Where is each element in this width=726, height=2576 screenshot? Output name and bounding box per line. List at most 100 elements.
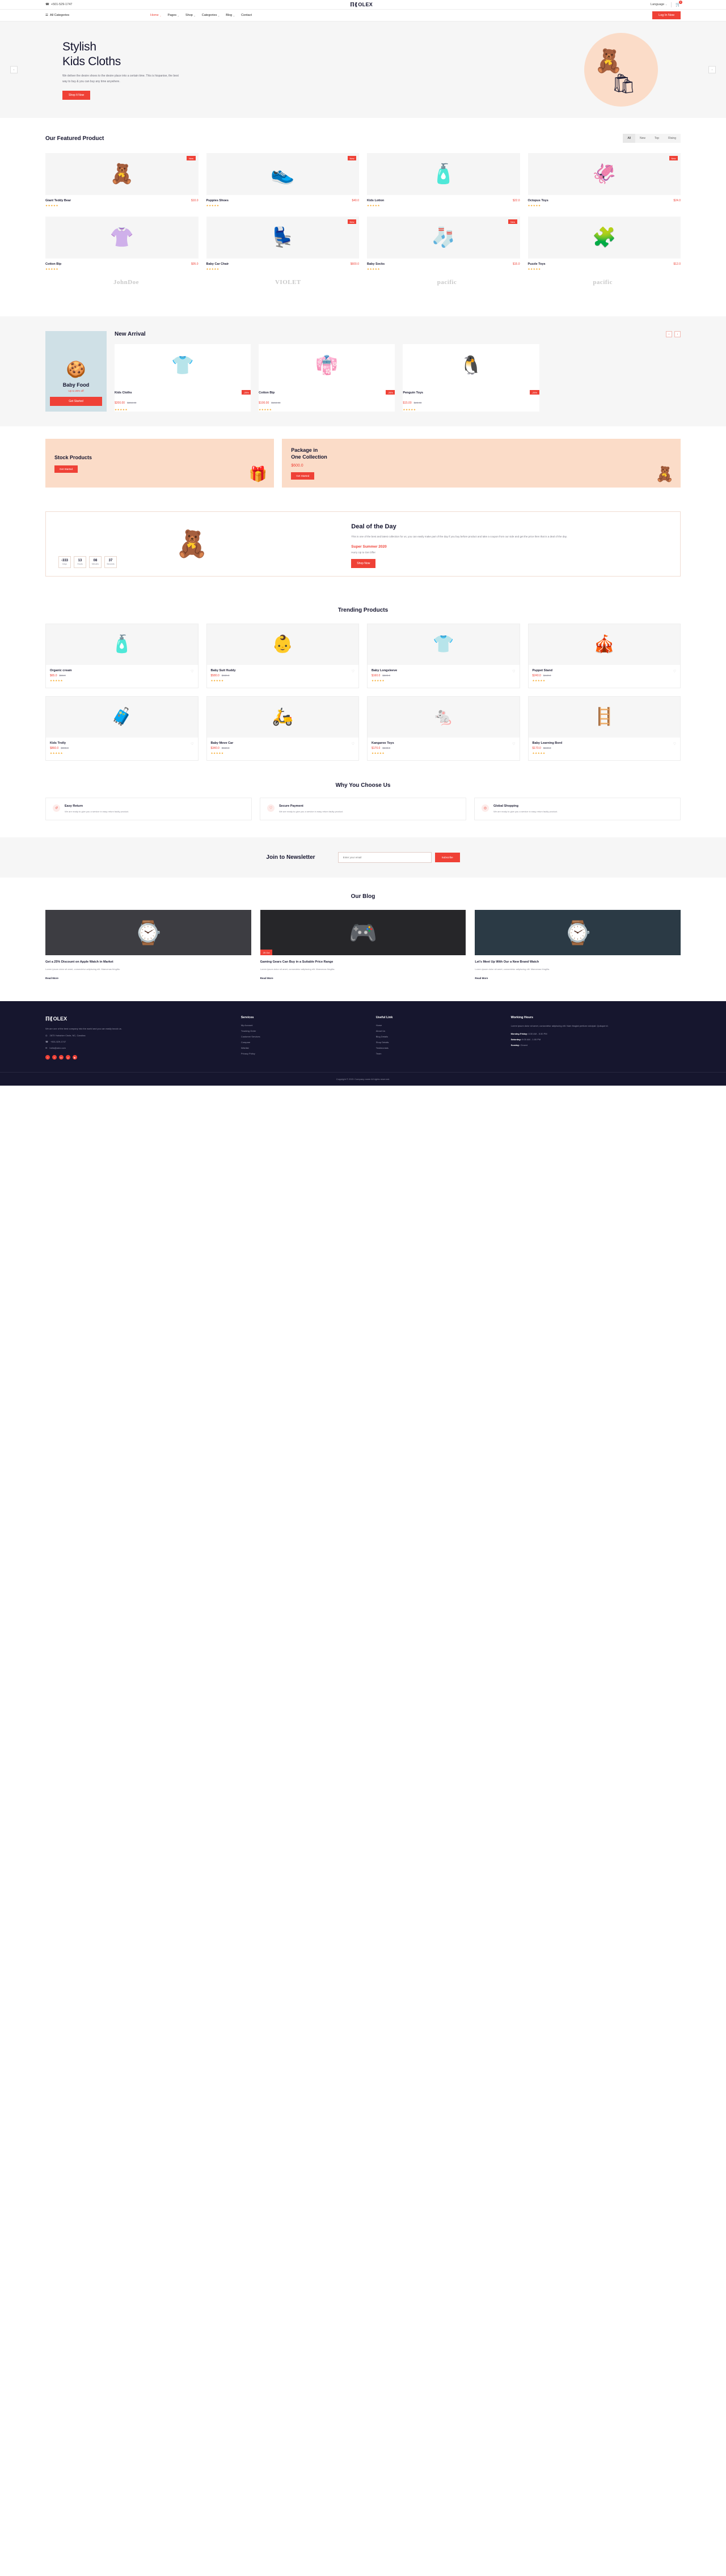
footer-email[interactable]: ✉ hello@olex.com	[45, 1046, 227, 1049]
baby-bundle-icon: 🛍	[611, 73, 636, 95]
arrival-prev-button[interactable]: ‹	[666, 331, 672, 337]
heart-icon[interactable]: ♡	[191, 742, 193, 746]
product-image: 👶	[206, 624, 358, 665]
product-rating: ★★★★★	[367, 268, 381, 270]
heart-icon[interactable]: ♡	[673, 742, 676, 746]
nav-item-home[interactable]: Home ⌄	[150, 14, 162, 17]
blog-post-card[interactable]: 🎮 25 Oct Gaming Gears Can Buy in a Suitab…	[260, 910, 466, 982]
site-logo[interactable]: ℿ⟪ OLEX	[350, 2, 373, 8]
logo-mark: ℿ⟪	[45, 1015, 53, 1022]
pinterest-icon[interactable]: p	[66, 1055, 70, 1060]
footer-phone[interactable]: ☎ +501-529-1747	[45, 1040, 227, 1043]
product-card[interactable]: 🧳 ♡ Kids Trolly $860.0 $900.0 ★★★★★	[45, 696, 199, 761]
refresh-icon: ↺	[53, 804, 60, 812]
heart-icon[interactable]: ♡	[673, 670, 676, 673]
read-more-link[interactable]: Read More	[45, 977, 58, 980]
heart-icon[interactable]: ♡	[352, 670, 354, 673]
product-card[interactable]: 👕 Kids Cloths -25% $200.00 $250.00 ★★★★★	[115, 344, 251, 412]
footer-link[interactable]: About Us	[376, 1029, 497, 1032]
product-card[interactable]: 🎪 ♡ Puppet Stand $240.0 $440.0 ★★★★★	[527, 623, 681, 688]
heart-icon[interactable]: ♡	[352, 742, 354, 746]
product-card[interactable]: 🐧 Penguin Toys -25% $15.00 $20.00 ★★★★★	[403, 344, 539, 412]
footer-link[interactable]: Team	[376, 1052, 497, 1055]
newsletter-subscribe-button[interactable]: Subscribe	[434, 853, 460, 863]
product-card[interactable]: 🧩 Puzzle Toys $12.0 ★★★★★	[527, 217, 681, 271]
footer-link[interactable]: Testimonials	[376, 1046, 497, 1049]
newsletter-email-input[interactable]	[337, 852, 432, 863]
trending-grid-row1: 🧴 ♡ Organic cream $65.0 $68.0 ★★★★★ 👶 ♡ Baby Su…	[45, 623, 681, 688]
nav-item-shop[interactable]: Shop ⌄	[185, 14, 196, 17]
product-card[interactable]: 👕 ♡ Baby Longsleeve $160.0 $220.0 ★★★★★	[367, 623, 520, 688]
read-more-link[interactable]: Read More	[260, 977, 273, 980]
product-price: $24.0	[673, 199, 681, 202]
baby-food-promo[interactable]: 🍪 Baby Food Up to 25% off Get Started	[45, 331, 107, 412]
tab-top[interactable]: Top	[650, 134, 664, 143]
feature-title: Global Shopping	[493, 804, 518, 808]
tab-all[interactable]: All	[623, 134, 636, 143]
product-card[interactable]: 🧴 Kids Lotion $22.0 ★★★★★	[367, 153, 520, 207]
heart-icon[interactable]: ♡	[512, 670, 515, 673]
read-more-link[interactable]: Read More	[475, 977, 488, 980]
hero-shop-button[interactable]: Shop It Now	[62, 90, 91, 100]
hero-prev-button[interactable]: ‹	[10, 66, 18, 74]
footer-link[interactable]: Shop Details	[376, 1041, 497, 1044]
phone-icon: ☎	[45, 3, 49, 6]
product-card[interactable]: 🦑 New Octopus Toys $24.0 ★★★★★	[527, 153, 681, 207]
nav-item-pages[interactable]: Pages ⌄	[168, 14, 179, 17]
nav-item-blog[interactable]: Blog ⌄	[226, 14, 235, 17]
product-card[interactable]: 🧸 New Giant Teddy Bear $10.0 ★★★★★	[45, 153, 199, 207]
footer-logo[interactable]: ℿ⟪ OLEX	[45, 1016, 227, 1022]
banner-cta-button[interactable]: Get Started	[291, 472, 315, 480]
nav-item-categories[interactable]: Categories ⌄	[202, 14, 220, 17]
product-card[interactable]: 👟 New Puppies Shoes $40.0 ★★★★★	[206, 153, 359, 207]
heart-icon[interactable]: ♡	[191, 670, 193, 673]
footer-link[interactable]: Privacy Policy	[241, 1052, 362, 1055]
stock-products-banner[interactable]: Stock Products Get Started 🎁	[45, 439, 275, 488]
discount-badge: -25%	[385, 390, 395, 395]
heart-icon[interactable]: ♡	[512, 742, 515, 746]
footer-link[interactable]: Compare	[241, 1041, 362, 1044]
footer-link[interactable]: Blog Details	[376, 1035, 497, 1038]
footer-link[interactable]: My Account	[241, 1024, 362, 1027]
blog-post-card[interactable]: ⌚ Let's Meet Up With Our a New Brand Wat…	[475, 910, 681, 982]
topbar-phone[interactable]: ☎ +501-529-1747	[45, 3, 72, 6]
twitter-icon[interactable]: t	[52, 1055, 57, 1060]
tab-rising[interactable]: Rising	[664, 134, 681, 143]
facebook-icon[interactable]: f	[45, 1055, 50, 1060]
featured-section: Our Featured Product All New Top Rising …	[0, 118, 726, 316]
footer-link[interactable]: Customer Services	[241, 1035, 362, 1038]
product-old-price: $240.0	[382, 746, 391, 749]
footer-address: ◎ 2873 Yorkshire Circle, NC, Carolina	[45, 1034, 86, 1037]
banner-cta-button[interactable]: Get Started	[54, 465, 78, 473]
language-selector[interactable]: Language ⌄	[651, 3, 667, 6]
nav-item-contact[interactable]: Contact	[241, 14, 252, 17]
footer-link[interactable]: Tracking Order	[241, 1029, 362, 1032]
cart-count-badge: 0	[678, 1, 682, 4]
product-card[interactable]: 👶 ♡ Baby Suit Huddy $580.0 $680.0 ★★★★★	[206, 623, 359, 688]
product-card[interactable]: 💺 New Baby Car Chair $600.0 ★★★★★	[206, 217, 359, 271]
footer-column-heading: Useful Link	[375, 1015, 393, 1019]
product-card[interactable]: 🧴 ♡ Organic cream $65.0 $68.0 ★★★★★	[45, 623, 199, 688]
linkedin-icon[interactable]: in	[59, 1055, 64, 1060]
product-price: $170.0	[372, 746, 381, 750]
product-card[interactable]: 🪜 ♡ Baby Learning Bord $170.0 $240.0 ★★★★★	[527, 696, 681, 761]
chevron-down-icon: ⌄	[177, 14, 179, 17]
product-card[interactable]: 🐁 ♡ Kangaroo Toys $170.0 $240.0 ★★★★★	[367, 696, 520, 761]
login-button[interactable]: Log In Now	[652, 11, 681, 19]
tab-new[interactable]: New	[635, 134, 650, 143]
blog-post-card[interactable]: ⌚ Get a 25% Discount on Apple Watch in M…	[45, 910, 251, 982]
arrival-next-button[interactable]: ›	[674, 331, 681, 337]
promo-get-started-button[interactable]: Get Started	[50, 397, 102, 406]
product-card[interactable]: 👚 Cotton Bip $05.0 ★★★★★	[45, 217, 199, 271]
package-collection-banner[interactable]: Package in One Collection $600.0 Get Star…	[282, 439, 681, 488]
hero-next-button[interactable]: ›	[708, 66, 716, 74]
footer-link[interactable]: Wishlist	[241, 1046, 362, 1049]
product-card[interactable]: 🛵 ♡ Baby Move Car $340.0 $560.0 ★★★★★	[206, 696, 359, 761]
footer-link[interactable]: Home	[376, 1024, 497, 1027]
product-card[interactable]: 🧦 New Baby Socks $15.0 ★★★★★	[367, 217, 520, 271]
cart-button[interactable]: 🛒 0	[676, 1, 682, 7]
product-card[interactable]: 👘 Cotton Bip -25% $100.00 $150.00 ★★★★★	[259, 344, 395, 412]
all-categories-button[interactable]: ☰ All Categories	[45, 14, 150, 17]
deal-shop-button[interactable]: Shop Now	[351, 558, 376, 568]
youtube-icon[interactable]: ▶	[73, 1055, 77, 1060]
